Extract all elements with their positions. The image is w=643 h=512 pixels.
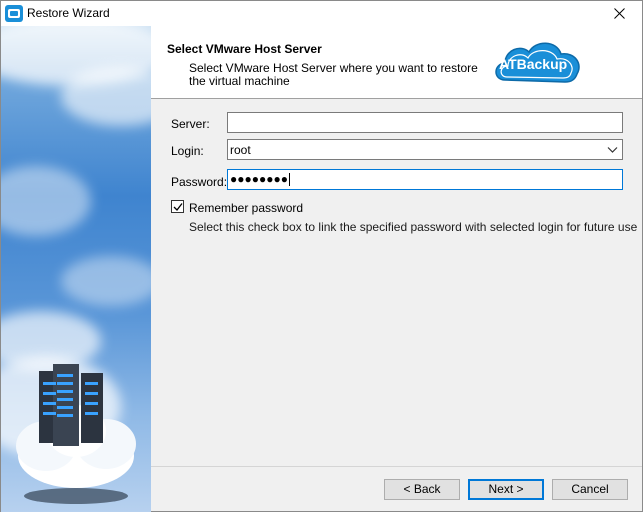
login-combobox[interactable]: root [227,139,623,160]
chevron-down-icon[interactable] [607,144,618,155]
text-caret [288,173,290,187]
wizard-banner-image [1,26,151,512]
cancel-button[interactable]: Cancel [552,479,628,500]
server-label: Server: [171,117,210,131]
back-button[interactable]: < Back [384,479,460,500]
window-title: Restore Wizard [27,6,110,20]
server-input[interactable] [227,112,623,133]
checkmark-icon [173,203,183,211]
next-button[interactable]: Next > [468,479,544,500]
title-bar: Restore Wizard [1,1,642,26]
login-value: root [230,143,251,157]
password-input[interactable]: ●●●●●●●● [227,169,623,190]
page-description: Select VMware Host Server where you want… [189,61,478,88]
footer-divider [151,466,642,467]
app-icon [5,5,23,22]
close-button[interactable] [596,1,642,26]
logo-text: ATBackup [499,56,568,72]
remember-password-label[interactable]: Remember password [189,201,303,215]
password-label: Password: [171,175,228,189]
remember-password-hint: Select this check box to link the specif… [189,220,638,234]
atbackup-logo: ATBackup [491,36,587,88]
wizard-header: Select VMware Host Server Select VMware … [151,26,642,98]
server-cloud-icon [16,364,136,504]
login-label: Login: [171,144,204,158]
header-divider [151,98,642,99]
close-icon [614,8,625,19]
password-masked-value: ●●●●●●●● [230,172,288,186]
restore-wizard-window: Restore Wizard Select VMware Host Server… [0,0,643,512]
remember-password-checkbox[interactable] [171,200,184,213]
page-title: Select VMware Host Server [167,42,322,56]
